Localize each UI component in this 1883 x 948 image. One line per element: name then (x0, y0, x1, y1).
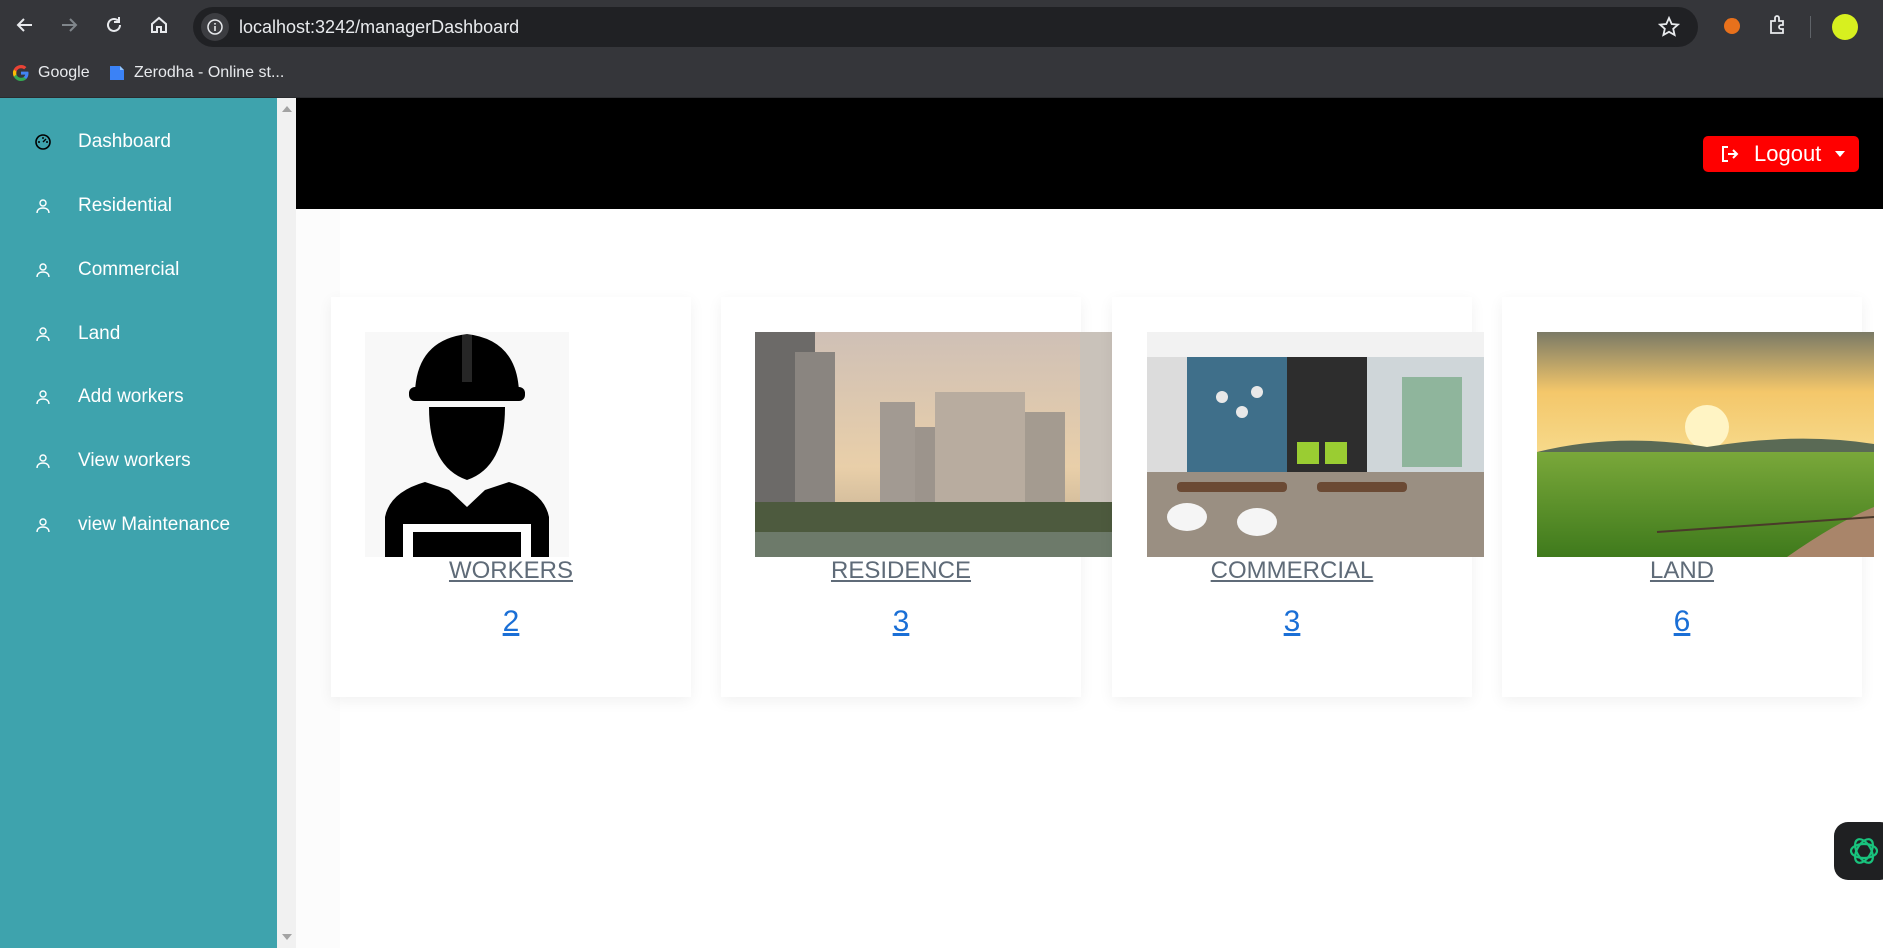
sidebar-item-commercial[interactable]: Commercial (0, 250, 277, 290)
residential-towers-image (755, 332, 1112, 557)
residence-count-link[interactable]: 3 (721, 605, 1081, 639)
green-field-sunset-image (1537, 332, 1874, 557)
workers-count-link[interactable]: 2 (331, 605, 691, 639)
extension-fox-icon (1724, 18, 1740, 34)
sidebar-item-add-workers[interactable]: Add workers (0, 377, 277, 417)
worker-silhouette-icon (385, 332, 549, 557)
workers-image (365, 332, 569, 557)
url-path: /managerDashboard (355, 17, 520, 37)
sidebar-item-label: Land (78, 323, 121, 344)
residence-title-link[interactable]: RESIDENCE (721, 557, 1081, 585)
user-icon (36, 263, 50, 278)
bookmark-google[interactable]: Google (12, 64, 90, 82)
bookmarks-bar: Google Zerodha - Online st... (0, 52, 1883, 98)
sidebar-item-dashboard[interactable]: Dashboard (0, 122, 277, 162)
sidebar-item-label: Residential (78, 195, 172, 216)
zerodha-icon (110, 66, 124, 80)
scroll-up-arrow-icon[interactable] (282, 106, 292, 112)
dashboard-icon (35, 134, 51, 150)
sidebar-item-label: Commercial (78, 259, 180, 280)
user-icon (36, 390, 50, 405)
reload-button[interactable] (99, 10, 129, 40)
logout-icon (1722, 146, 1739, 162)
profile-avatar[interactable] (1832, 14, 1858, 40)
scroll-down-arrow-icon[interactable] (282, 934, 292, 940)
land-title-link[interactable]: LAND (1502, 557, 1862, 585)
bookmark-label: Google (38, 64, 90, 81)
land-image (1537, 332, 1874, 557)
arrow-left-icon (16, 18, 32, 32)
residence-image (755, 332, 1112, 557)
sidebar: Dashboard Residential Commercial Land Ad… (0, 98, 277, 948)
commercial-cafe-interior-image (1147, 332, 1484, 557)
land-count-link[interactable]: 6 (1502, 605, 1862, 639)
sidebar-item-label: view Maintenance (78, 514, 231, 535)
chevron-down-icon (1835, 151, 1845, 157)
commercial-title-link[interactable]: COMMERCIAL (1112, 557, 1472, 585)
sidebar-scrollbar[interactable] (277, 98, 296, 948)
sidebar-item-label: Add workers (78, 386, 184, 407)
sidebar-item-view-maintenance[interactable]: view Maintenance (0, 505, 277, 545)
back-button[interactable] (10, 10, 40, 40)
toolbar-divider (1810, 16, 1811, 38)
commercial-count-link[interactable]: 3 (1112, 605, 1472, 639)
bookmark-label: Zerodha - Online st... (134, 64, 285, 81)
extension-button[interactable] (1720, 13, 1744, 42)
url-host: localhost:3242 (239, 17, 356, 37)
url-text: localhost:3242/managerDashboard (239, 17, 519, 38)
reload-icon (107, 17, 121, 32)
logout-label: Logout (1754, 141, 1822, 166)
workers-title-link[interactable]: WORKERS (331, 557, 691, 585)
user-icon (36, 518, 50, 533)
sidebar-item-residential[interactable]: Residential (0, 186, 277, 226)
sidebar-item-label: View workers (78, 450, 191, 471)
sidebar-item-label: Dashboard (78, 131, 171, 152)
star-icon (1657, 15, 1681, 37)
address-bar[interactable]: localhost:3242/managerDashboard (193, 7, 1698, 47)
sidebar-item-land[interactable]: Land (0, 314, 277, 354)
logout-button[interactable]: Logout (1703, 136, 1859, 172)
user-icon (36, 199, 50, 214)
browser-toolbar: localhost:3242/managerDashboard (0, 0, 1883, 52)
home-icon (151, 16, 167, 33)
commercial-image (1147, 332, 1484, 557)
extensions-menu-button[interactable] (1766, 13, 1790, 42)
chatgpt-logo-icon (1849, 838, 1879, 864)
bookmark-zerodha[interactable]: Zerodha - Online st... (108, 64, 284, 82)
user-icon (36, 454, 50, 469)
top-header-bar (296, 98, 1883, 209)
arrow-right-icon (62, 18, 78, 32)
forward-button[interactable] (54, 10, 84, 40)
info-icon (207, 19, 223, 35)
home-button[interactable] (144, 10, 174, 40)
site-info-button[interactable] (201, 13, 229, 41)
sidebar-item-view-workers[interactable]: View workers (0, 441, 277, 481)
bookmark-star-button[interactable] (1657, 15, 1681, 43)
puzzle-icon (1770, 15, 1784, 34)
user-icon (36, 327, 50, 342)
google-icon (12, 65, 29, 81)
assistant-floating-button[interactable] (1834, 822, 1883, 880)
